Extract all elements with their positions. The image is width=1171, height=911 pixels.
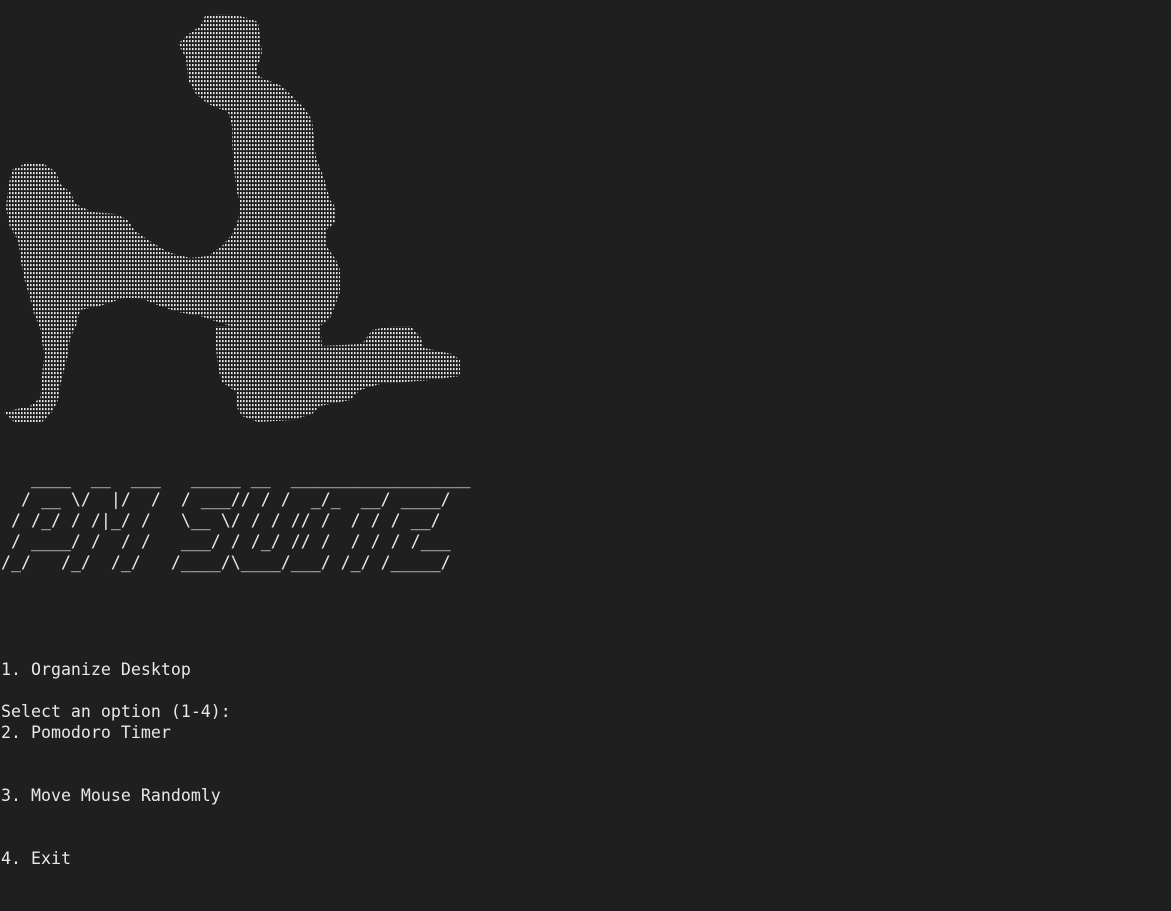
ascii-logo: ____ __ ___ _____ __ __________________ … <box>1 468 471 573</box>
option-input[interactable] <box>241 702 250 721</box>
logo-line: / ____/ / / / ___/ / /_/ // / / / / /___ <box>1 532 451 551</box>
terminal-window[interactable]: ____ __ ___ _____ __ __________________ … <box>0 0 1171 868</box>
logo-line: / __ \/ |/ / / ___// / / _/_ __/ ____/ <box>1 490 451 509</box>
input-prompt[interactable]: Select an option (1-4): <box>1 701 250 722</box>
menu-list: 1. Organize Desktop 2. Pomodoro Timer 3.… <box>1 617 221 911</box>
prompt-label: Select an option (1-4): <box>1 702 241 721</box>
logo-line: / /_/ / /|_/ / \__ \/ / / // / / / / __/ <box>1 511 441 530</box>
menu-item-move-mouse: 3. Move Mouse Randomly <box>1 786 221 805</box>
logo-line: ____ __ ___ _____ __ __________________ <box>1 469 471 488</box>
silhouette-shape <box>4 14 460 422</box>
logo-line: /_/ /_/ /_/ /____/\____/___/ /_/ /_____/ <box>1 553 451 572</box>
menu-item-exit: 4. Exit <box>1 849 71 868</box>
menu-item-pomodoro-timer: 2. Pomodoro Timer <box>1 723 171 742</box>
menu-item-organize-desktop: 1. Organize Desktop <box>1 660 191 679</box>
ascii-art-silhouette <box>0 8 470 428</box>
